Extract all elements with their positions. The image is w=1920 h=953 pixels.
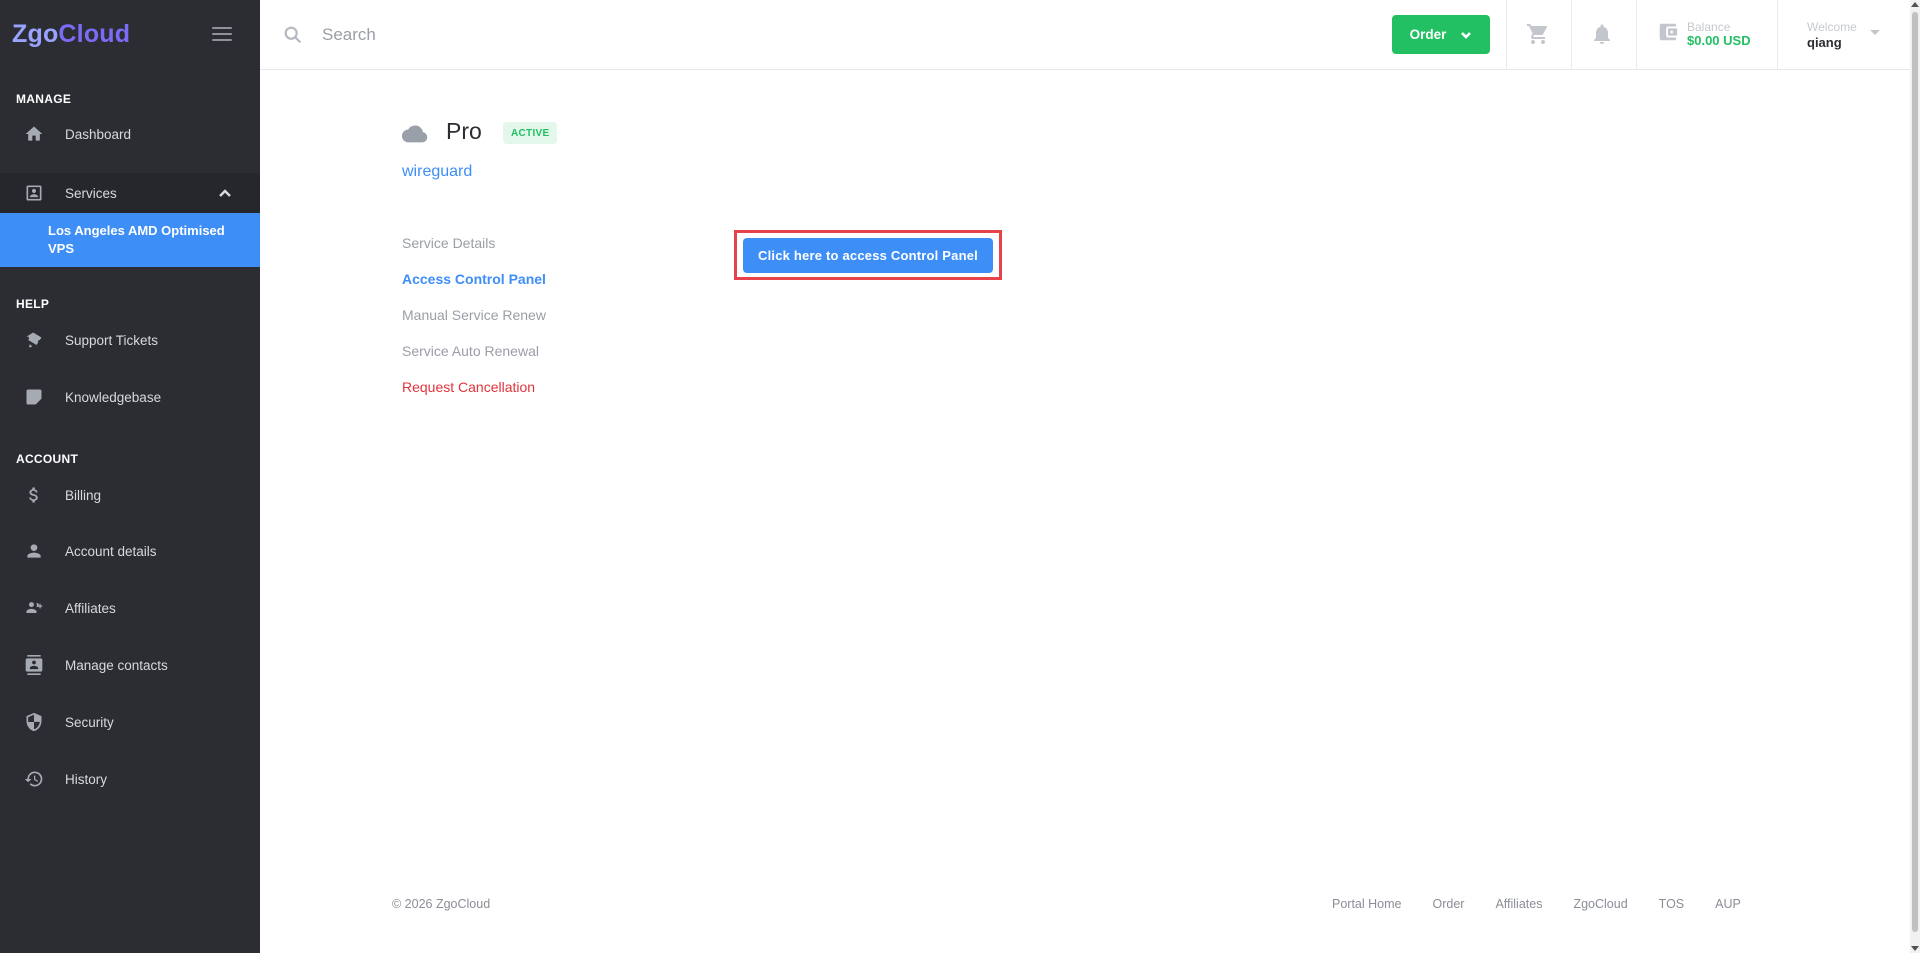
sidebar-item-label: Affiliates (65, 600, 116, 616)
order-button-label: Order (1409, 27, 1447, 42)
footer-link-aup[interactable]: AUP (1715, 897, 1741, 911)
user-menu[interactable]: Welcome qiang (1807, 20, 1857, 50)
brand-logo-part1: Zgo (12, 19, 59, 48)
service-hostname: wireguard (402, 163, 473, 180)
sidebar-item-label: Account details (65, 543, 157, 559)
person-icon (24, 541, 44, 561)
username: qiang (1807, 35, 1842, 50)
sidebar-item-label: Security (65, 714, 114, 730)
sidebar-item-affiliates[interactable]: Affiliates (0, 588, 260, 628)
copyright: © 2026 ZgoCloud (392, 897, 491, 911)
sidebar-item-label: Services (65, 185, 117, 201)
group-add-icon (24, 598, 44, 618)
cloud-icon (401, 123, 428, 143)
chevron-up-icon[interactable] (218, 186, 232, 203)
section-label-help: HELP (16, 297, 50, 311)
brand-bar: ZgoCloud (0, 0, 260, 68)
service-menu-auto-renewal[interactable]: Service Auto Renewal (402, 343, 539, 359)
note-icon (24, 387, 44, 407)
sidebar-item-dashboard[interactable]: Dashboard (0, 114, 260, 154)
shield-icon (24, 712, 44, 732)
history-icon (24, 769, 44, 789)
wallet-icon (1657, 21, 1679, 48)
sidebar-item-account-details[interactable]: Account details (0, 531, 260, 571)
footer-link-tos[interactable]: TOS (1659, 897, 1684, 911)
sidebar-item-security[interactable]: Security (0, 702, 260, 742)
balance-label: Balance (1687, 20, 1731, 34)
section-label-account: ACCOUNT (16, 452, 79, 466)
top-bar: Order Balance $0.00 USD Welcome qiang (260, 0, 1910, 70)
search-input[interactable] (322, 20, 822, 50)
menu-toggle-icon[interactable] (212, 27, 232, 41)
scrollbar-thumb[interactable] (1912, 12, 1918, 932)
ticket-icon (24, 330, 44, 350)
services-icon (24, 183, 44, 203)
section-label-manage: MANAGE (16, 92, 72, 106)
cart-icon[interactable] (1526, 22, 1550, 46)
divider (1506, 0, 1507, 70)
sidebar-item-label: History (65, 771, 108, 787)
service-menu-control-panel[interactable]: Access Control Panel (402, 271, 546, 287)
welcome-label: Welcome (1807, 20, 1857, 34)
sidebar-item-services[interactable]: Services (0, 173, 260, 213)
page-title: Pro (446, 118, 482, 144)
service-menu-manual-renew[interactable]: Manual Service Renew (402, 307, 546, 323)
service-menu-cancel[interactable]: Request Cancellation (402, 379, 535, 395)
service-menu-details[interactable]: Service Details (402, 235, 495, 251)
sidebar-item-label: Support Tickets (65, 332, 159, 348)
sidebar-item-support-tickets[interactable]: Support Tickets (0, 320, 260, 360)
footer-links: Portal Home Order Affiliates ZgoCloud TO… (1332, 897, 1772, 911)
footer-link-zgocloud[interactable]: ZgoCloud (1573, 897, 1627, 911)
sidebar-item-manage-contacts[interactable]: Manage contacts (0, 645, 260, 685)
sidebar-item-label: Billing (65, 487, 102, 503)
order-button[interactable]: Order (1392, 15, 1490, 54)
divider (1777, 0, 1778, 70)
balance-value: $0.00 USD (1687, 33, 1751, 48)
sidebar-item-knowledgebase[interactable]: Knowledgebase (0, 377, 260, 417)
sidebar-item-billing[interactable]: Billing (0, 475, 260, 515)
divider (1571, 0, 1572, 70)
caret-down-icon[interactable] (1870, 30, 1880, 35)
contacts-icon (24, 655, 44, 675)
footer-link-portal-home[interactable]: Portal Home (1332, 897, 1401, 911)
sidebar-item-label: Manage contacts (65, 657, 168, 673)
sidebar-subitem-los-angeles-vps[interactable]: Los Angeles AMD Optimised VPS (0, 213, 260, 267)
scrollbar[interactable] (1910, 0, 1920, 953)
dollar-icon (24, 485, 44, 505)
search-icon (282, 24, 304, 46)
divider (1636, 0, 1637, 70)
status-badge: ACTIVE (503, 122, 558, 144)
chevron-down-icon (1460, 29, 1472, 41)
sidebar-item-label: Knowledgebase (65, 389, 162, 405)
brand-logo[interactable]: ZgoCloud (12, 20, 130, 49)
access-control-panel-button[interactable]: Click here to access Control Panel (743, 238, 993, 273)
sidebar-item-history[interactable]: History (0, 759, 260, 799)
scroll-down-arrow-icon[interactable] (1911, 946, 1919, 951)
sidebar-item-label: Dashboard (65, 126, 132, 142)
footer-link-affiliates[interactable]: Affiliates (1495, 897, 1542, 911)
balance-widget[interactable]: Balance $0.00 USD (1657, 20, 1751, 48)
home-icon (24, 124, 44, 144)
scroll-up-arrow-icon[interactable] (1911, 2, 1919, 7)
footer-link-order[interactable]: Order (1432, 897, 1464, 911)
bell-icon[interactable] (1590, 22, 1614, 46)
brand-logo-part2: Cloud (58, 19, 131, 48)
sidebar: ZgoCloud MANAGE Dashboard Services Los A… (0, 0, 260, 953)
